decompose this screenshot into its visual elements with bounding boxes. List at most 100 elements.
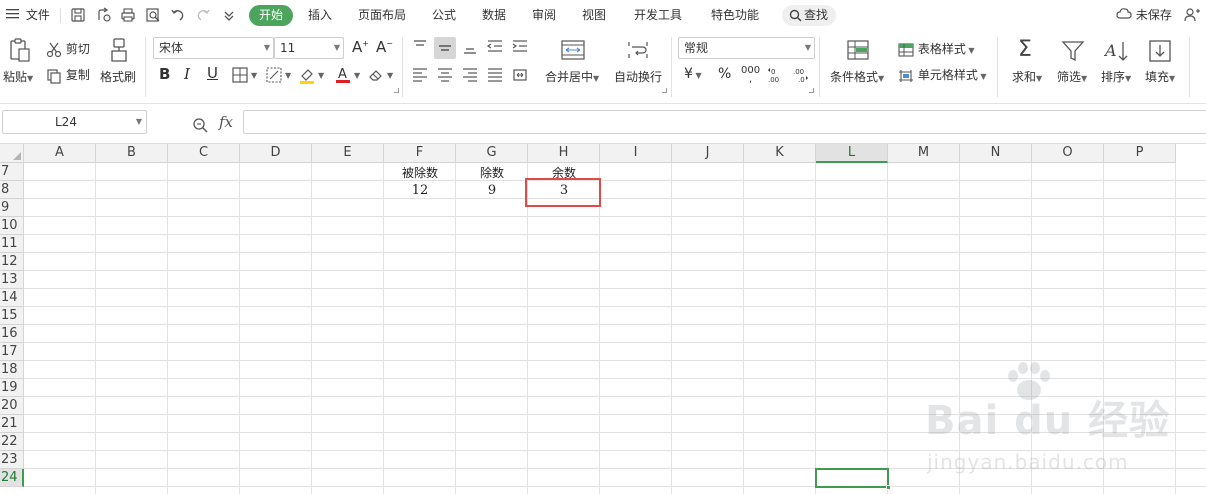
merge-center-icon[interactable]	[561, 40, 585, 60]
fill-button[interactable]: 填充▼	[1145, 68, 1175, 85]
bold-icon[interactable]: B	[159, 65, 170, 83]
column-header-A[interactable]: A	[24, 144, 96, 163]
row-header-15[interactable]: 15	[0, 307, 24, 325]
cell-style-button[interactable]: 单元格样式 ▼	[898, 66, 987, 83]
column-header-H[interactable]: H	[528, 144, 600, 163]
sort-button[interactable]: 排序▼	[1101, 68, 1131, 85]
name-box[interactable]: L24 ▼	[2, 110, 147, 134]
copy-button[interactable]: 复制	[46, 66, 90, 84]
font-size-select[interactable]: 11 ▼	[274, 37, 344, 59]
quick-access-dropdown-icon[interactable]	[221, 7, 237, 23]
column-header-J[interactable]: J	[672, 144, 744, 163]
align-center-icon[interactable]	[436, 66, 454, 84]
row-header-21[interactable]: 21	[0, 415, 24, 433]
row-header-14[interactable]: 14	[0, 289, 24, 307]
row-header-7[interactable]: 7	[0, 163, 24, 181]
border-icon[interactable]	[231, 66, 249, 84]
insert-function-icon[interactable]: fx	[219, 113, 233, 131]
search-button[interactable]: 查找	[782, 5, 836, 26]
print-icon[interactable]	[120, 7, 136, 23]
chevron-down-icon[interactable]: ▼	[318, 71, 324, 80]
row-header-24[interactable]: 24	[0, 469, 24, 487]
justify-icon[interactable]	[486, 66, 504, 84]
underline-icon[interactable]: U	[207, 64, 218, 82]
row-header-18[interactable]: 18	[0, 361, 24, 379]
fill-handle[interactable]	[886, 485, 891, 490]
formula-input[interactable]	[243, 110, 1206, 134]
column-header-D[interactable]: D	[240, 144, 312, 163]
save-icon[interactable]	[70, 7, 86, 23]
tab-view[interactable]: 视图	[582, 0, 606, 31]
column-header-F[interactable]: F	[384, 144, 456, 163]
column-header-G[interactable]: G	[456, 144, 528, 163]
filter-icon[interactable]	[1061, 39, 1085, 63]
row-header-12[interactable]: 12	[0, 253, 24, 271]
column-header-L[interactable]: L	[816, 144, 888, 163]
percent-button[interactable]: %	[718, 66, 731, 82]
zoom-formula-icon[interactable]	[192, 117, 208, 136]
row-header-10[interactable]: 10	[0, 217, 24, 235]
number-format-select[interactable]: 常规 ▼	[678, 37, 815, 59]
sort-icon[interactable]: A	[1104, 39, 1130, 63]
row-header-8[interactable]: 8	[0, 181, 24, 199]
font-name-select[interactable]: 宋体 ▼	[153, 37, 274, 59]
cell-F8[interactable]: 12	[384, 182, 456, 200]
chevron-down-icon[interactable]: ▼	[285, 71, 291, 80]
chevron-down-icon[interactable]: ▼	[387, 71, 393, 80]
row-header-20[interactable]: 20	[0, 397, 24, 415]
wrap-text-button[interactable]: 自动换行	[614, 68, 662, 85]
column-header-N[interactable]: N	[960, 144, 1032, 163]
align-right-icon[interactable]	[461, 66, 479, 84]
currency-button[interactable]: ¥ ▼	[684, 66, 702, 82]
increase-indent-icon[interactable]	[511, 38, 529, 56]
tab-insert[interactable]: 插入	[308, 0, 332, 31]
decrease-indent-icon[interactable]	[486, 38, 504, 56]
thousands-separator-button[interactable]: 000,	[741, 66, 760, 85]
chevron-down-icon[interactable]: ▼	[354, 71, 360, 80]
sum-button[interactable]: 求和▼	[1012, 68, 1042, 85]
column-header-K[interactable]: K	[744, 144, 816, 163]
row-header-9[interactable]: 9	[0, 199, 24, 217]
align-left-icon[interactable]	[411, 66, 429, 84]
increase-decimal-icon[interactable]: 0.00	[767, 66, 785, 84]
conditional-format-button[interactable]: 条件格式▼	[830, 68, 884, 85]
row-header-19[interactable]: 19	[0, 379, 24, 397]
active-cell-L24[interactable]	[815, 468, 891, 490]
number-dialog-launcher[interactable]	[809, 88, 814, 93]
redo-icon[interactable]	[195, 7, 211, 23]
tab-special-features[interactable]: 特色功能	[711, 0, 759, 31]
table-style-button[interactable]: 表格样式 ▼	[898, 40, 975, 57]
tab-page-layout[interactable]: 页面布局	[358, 0, 406, 31]
cut-button[interactable]: 剪切	[46, 40, 90, 58]
column-header-M[interactable]: M	[888, 144, 960, 163]
alignment-dialog-launcher[interactable]	[662, 88, 667, 93]
tab-data[interactable]: 数据	[482, 0, 506, 31]
clear-format-icon[interactable]	[367, 66, 385, 84]
conditional-format-icon[interactable]	[846, 39, 870, 61]
filter-button[interactable]: 筛选▼	[1057, 68, 1087, 85]
align-bottom-icon[interactable]	[461, 38, 479, 56]
column-header-C[interactable]: C	[168, 144, 240, 163]
column-header-P[interactable]: P	[1104, 144, 1176, 163]
chevron-down-icon[interactable]: ▼	[251, 71, 257, 80]
font-dialog-launcher[interactable]	[394, 88, 399, 93]
row-header-17[interactable]: 17	[0, 343, 24, 361]
cell-G8[interactable]: 9	[456, 182, 528, 200]
fill-down-icon[interactable]	[1148, 39, 1172, 63]
sum-icon[interactable]: Σ	[1018, 38, 1032, 62]
row-header-13[interactable]: 13	[0, 271, 24, 289]
tab-start[interactable]: 开始	[249, 5, 293, 26]
cell-F7[interactable]: 被除数	[384, 164, 456, 182]
cell-G7[interactable]: 除数	[456, 164, 528, 182]
tab-developer[interactable]: 开发工具	[634, 0, 682, 31]
decrease-font-size-icon[interactable]: A−	[376, 38, 393, 56]
align-middle-icon[interactable]	[434, 37, 456, 59]
wrap-text-icon[interactable]	[626, 40, 650, 60]
distributed-align-icon[interactable]	[511, 66, 529, 84]
increase-font-size-icon[interactable]: A+	[352, 38, 369, 56]
tab-review[interactable]: 审阅	[532, 0, 556, 31]
align-top-icon[interactable]	[411, 38, 429, 56]
export-icon[interactable]	[96, 7, 112, 23]
column-header-B[interactable]: B	[96, 144, 168, 163]
tab-formulas[interactable]: 公式	[432, 0, 456, 31]
